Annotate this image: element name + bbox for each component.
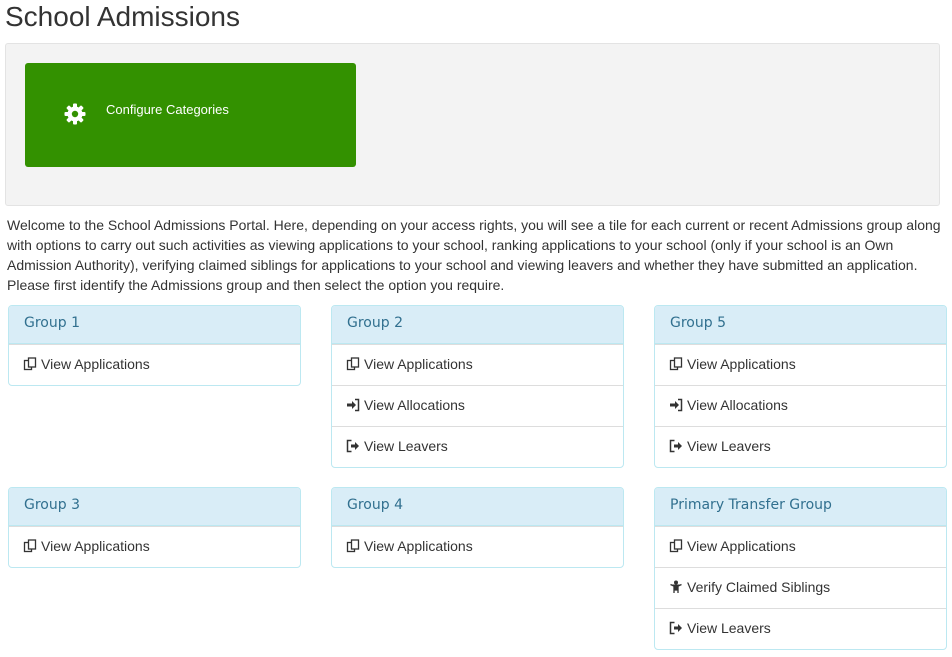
action-label: View Applications	[41, 538, 150, 554]
group-panel: Primary Transfer Group View Applications V…	[654, 487, 947, 650]
copy-icon	[346, 539, 360, 553]
copy-icon	[23, 539, 37, 553]
gear-icon	[63, 102, 87, 126]
group-action-link[interactable]: Verify Claimed Siblings	[655, 567, 946, 608]
copy-icon	[669, 357, 683, 371]
copy-icon	[669, 539, 683, 553]
configure-categories-label: Configure Categories	[106, 102, 229, 117]
action-label: Verify Claimed Siblings	[687, 579, 831, 595]
group-panel: Group 3 View Applications	[8, 487, 301, 568]
tile-well: Configure Categories	[5, 43, 940, 206]
action-label: View Applications	[364, 538, 473, 554]
group-title: Group 4	[332, 488, 623, 526]
group-title: Group 3	[9, 488, 300, 526]
group-action-link[interactable]: View Applications	[655, 526, 946, 567]
sign-out-icon	[669, 439, 683, 453]
action-label: View Applications	[687, 538, 796, 554]
action-label: View Allocations	[364, 397, 465, 413]
group-action-link[interactable]: View Applications	[332, 526, 623, 567]
group-panel: Group 5 View Applications View Allocations…	[654, 305, 947, 468]
page-title: School Admissions	[5, 1, 241, 32]
action-label: View Applications	[41, 356, 150, 372]
copy-icon	[346, 357, 360, 371]
group-action-link[interactable]: View Allocations	[655, 385, 946, 426]
group-title: Group 1	[9, 306, 300, 344]
group-title: Group 5	[655, 306, 946, 344]
sign-out-icon	[346, 439, 360, 453]
configure-categories-tile[interactable]: Configure Categories	[25, 63, 356, 167]
action-label: View Applications	[687, 356, 796, 372]
group-action-link[interactable]: View Applications	[9, 344, 300, 385]
group-panel: Group 2 View Applications View Allocations…	[331, 305, 624, 468]
action-label: View Leavers	[687, 438, 771, 454]
group-panel: Group 4 View Applications	[331, 487, 624, 568]
group-action-link[interactable]: View Applications	[9, 526, 300, 567]
group-action-link[interactable]: View Applications	[332, 344, 623, 385]
action-label: View Allocations	[687, 397, 788, 413]
action-label: View Leavers	[687, 620, 771, 636]
group-panel: Group 1 View Applications	[8, 305, 301, 386]
group-action-link[interactable]: View Leavers	[655, 426, 946, 467]
group-action-link[interactable]: View Applications	[655, 344, 946, 385]
child-icon	[669, 580, 683, 594]
sign-out-icon	[669, 621, 683, 635]
sign-in-icon	[346, 398, 360, 412]
action-label: View Applications	[364, 356, 473, 372]
group-action-link[interactable]: View Allocations	[332, 385, 623, 426]
copy-icon	[23, 357, 37, 371]
intro-text: Welcome to the School Admissions Portal.…	[7, 217, 941, 293]
group-title: Group 2	[332, 306, 623, 344]
sign-in-icon	[669, 398, 683, 412]
group-action-link[interactable]: View Leavers	[655, 608, 946, 649]
group-action-link[interactable]: View Leavers	[332, 426, 623, 467]
action-label: View Leavers	[364, 438, 448, 454]
group-title: Primary Transfer Group	[655, 488, 946, 526]
